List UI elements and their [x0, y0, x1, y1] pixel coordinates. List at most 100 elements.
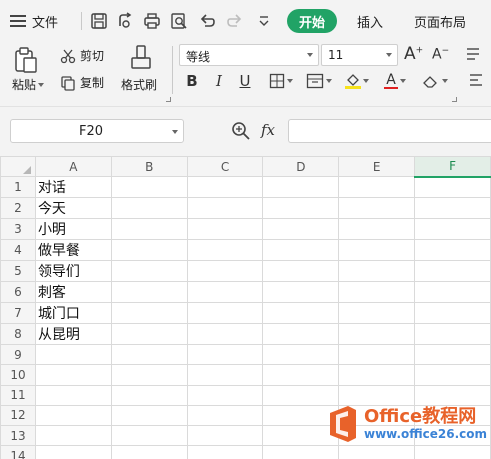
paste-button[interactable]: 粘贴 [12, 76, 45, 93]
cell-a12[interactable] [34, 404, 112, 426]
cell-f6[interactable] [414, 281, 491, 304]
formula-input[interactable] [288, 119, 491, 143]
cell-b13[interactable] [110, 424, 188, 447]
cell-b7[interactable] [110, 302, 188, 325]
cell-f1[interactable] [414, 176, 491, 199]
cell-b6[interactable] [110, 281, 188, 304]
cell-a5[interactable]: 领导们 [34, 260, 112, 283]
decrease-font-size-button[interactable]: A− [432, 46, 449, 63]
cell-a1[interactable]: 对话 [34, 176, 112, 199]
copy-button[interactable]: 复制 [60, 74, 104, 91]
cell-c11[interactable] [186, 384, 264, 406]
cell-b4[interactable] [110, 239, 188, 262]
font-size-select[interactable]: 11 [321, 44, 398, 66]
cell-b1[interactable] [110, 176, 188, 199]
cell-d9[interactable] [262, 344, 340, 366]
cell-e2[interactable] [338, 197, 416, 220]
print-preview-icon[interactable] [168, 10, 190, 32]
align-top-icon[interactable] [465, 46, 491, 66]
column-header-a[interactable]: A [34, 156, 112, 178]
cell-e4[interactable] [338, 239, 416, 262]
cell-d14[interactable] [262, 445, 340, 459]
row-header[interactable]: 2 [0, 197, 36, 220]
cell-f4[interactable] [414, 239, 491, 262]
cell-a10[interactable] [34, 364, 112, 386]
cell-e8[interactable] [338, 323, 416, 346]
tab-home[interactable]: 开始 [287, 9, 337, 33]
cell-e14[interactable] [338, 445, 416, 459]
cell-d7[interactable] [262, 302, 340, 325]
italic-button[interactable]: I [210, 70, 228, 92]
redo-icon[interactable] [224, 10, 246, 32]
cell-c3[interactable] [186, 218, 264, 241]
cell-c4[interactable] [186, 239, 264, 262]
cell-f3[interactable] [414, 218, 491, 241]
row-header[interactable]: 3 [0, 218, 36, 241]
format-painter-icon[interactable] [128, 44, 154, 72]
cell-a7[interactable]: 城门口 [34, 302, 112, 325]
format-painter-button[interactable]: 格式刷 [121, 76, 157, 93]
cell-a11[interactable] [34, 384, 112, 406]
column-header-b[interactable]: B [110, 156, 188, 178]
cell-c14[interactable] [186, 445, 264, 459]
cell-d10[interactable] [262, 364, 340, 386]
column-header-f[interactable]: F [414, 156, 491, 178]
fill-color-button[interactable] [340, 70, 374, 92]
increase-font-size-button[interactable]: A+ [404, 44, 423, 64]
align-left-icon[interactable] [468, 72, 486, 90]
cell-b12[interactable] [110, 404, 188, 426]
cell-e9[interactable] [338, 344, 416, 366]
cell-d6[interactable] [262, 281, 340, 304]
cell-f10[interactable] [414, 364, 491, 386]
column-header-e[interactable]: E [338, 156, 416, 178]
row-header[interactable]: 8 [0, 323, 36, 346]
cell-d8[interactable] [262, 323, 340, 346]
cell-c2[interactable] [186, 197, 264, 220]
cell-a8[interactable]: 从昆明 [34, 323, 112, 346]
cell-b9[interactable] [110, 344, 188, 366]
cell-f7[interactable] [414, 302, 491, 325]
cell-f11[interactable] [414, 384, 491, 406]
row-header[interactable]: 9 [0, 344, 36, 366]
tab-page-layout[interactable]: 页面布局 [414, 9, 466, 33]
row-header[interactable]: 7 [0, 302, 36, 325]
cell-a3[interactable]: 小明 [34, 218, 112, 241]
cell-a6[interactable]: 刺客 [34, 281, 112, 304]
cell-e6[interactable] [338, 281, 416, 304]
cell-c12[interactable] [186, 404, 264, 426]
cell-b3[interactable] [110, 218, 188, 241]
cell-b14[interactable] [110, 445, 188, 459]
cell-c9[interactable] [186, 344, 264, 366]
clear-format-button[interactable] [418, 70, 452, 92]
cell-c7[interactable] [186, 302, 264, 325]
font-name-select[interactable]: 等线 [179, 44, 319, 66]
cell-b2[interactable] [110, 197, 188, 220]
cell-c5[interactable] [186, 260, 264, 283]
tab-insert[interactable]: 插入 [357, 9, 383, 33]
cell-e11[interactable] [338, 384, 416, 406]
cell-e7[interactable] [338, 302, 416, 325]
row-header[interactable]: 14 [0, 445, 36, 459]
cell-f5[interactable] [414, 260, 491, 283]
export-icon[interactable] [114, 10, 136, 32]
cell-d11[interactable] [262, 384, 340, 406]
cell-f9[interactable] [414, 344, 491, 366]
row-header[interactable]: 1 [0, 176, 36, 199]
row-header[interactable]: 6 [0, 281, 36, 304]
row-header[interactable]: 5 [0, 260, 36, 283]
cell-c8[interactable] [186, 323, 264, 346]
cell-f2[interactable] [414, 197, 491, 220]
undo-icon[interactable] [196, 10, 218, 32]
select-all-corner[interactable] [0, 156, 36, 178]
cell-a9[interactable] [34, 344, 112, 366]
row-header[interactable]: 12 [0, 404, 36, 426]
clipboard-dialog-launcher-icon[interactable] [166, 97, 171, 102]
save-icon[interactable] [88, 10, 110, 32]
cell-d1[interactable] [262, 176, 340, 199]
column-header-d[interactable]: D [262, 156, 340, 178]
cell-a14[interactable] [34, 445, 112, 459]
cell-d2[interactable] [262, 197, 340, 220]
cell-b10[interactable] [110, 364, 188, 386]
cell-a4[interactable]: 做早餐 [34, 239, 112, 262]
cell-e3[interactable] [338, 218, 416, 241]
